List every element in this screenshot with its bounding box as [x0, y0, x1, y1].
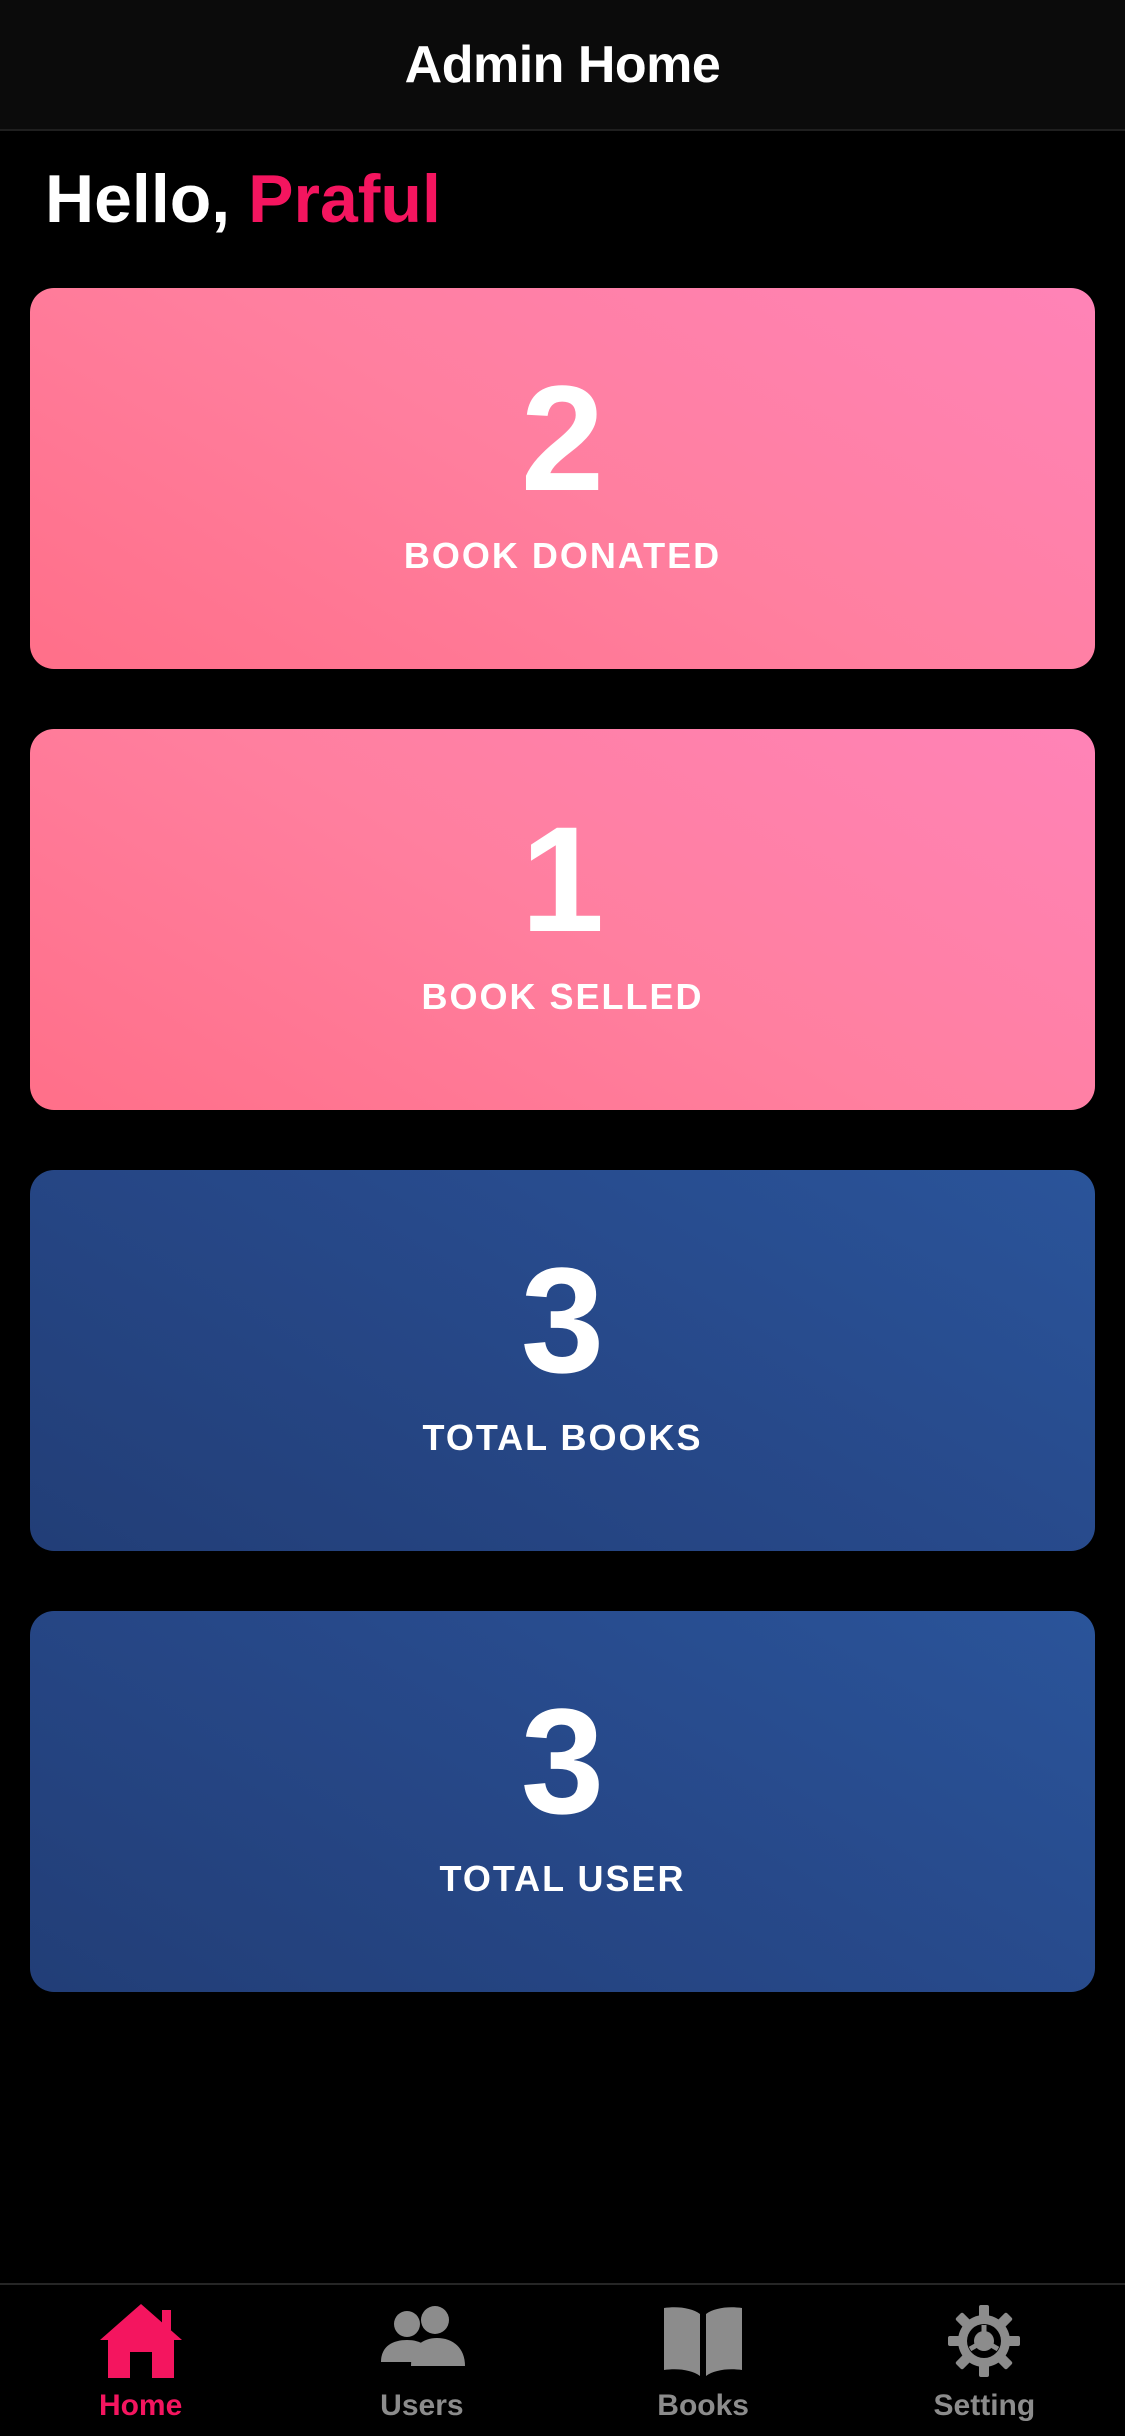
app-header: Admin Home [0, 0, 1125, 131]
total-user-card[interactable]: 3 TOTAL USER [30, 1611, 1095, 1992]
tab-users[interactable]: Users [281, 2285, 562, 2436]
total-books-label: TOTAL BOOKS [422, 1416, 703, 1458]
total-user-label: TOTAL USER [439, 1857, 686, 1899]
tab-books-label: Books [657, 2389, 749, 2422]
book-selled-count: 1 [520, 794, 605, 963]
bottom-tab-bar: Home Users Books Setting [0, 2283, 1125, 2436]
greeting-user-name: Praful [248, 161, 441, 237]
gear-icon [939, 2301, 1029, 2381]
tab-home[interactable]: Home [0, 2285, 281, 2436]
tab-setting-label: Setting [933, 2389, 1036, 2422]
book-donated-label: BOOK DONATED [403, 534, 722, 576]
tab-setting[interactable]: Setting [844, 2285, 1125, 2436]
book-selled-card[interactable]: 1 BOOK SELLED [30, 729, 1095, 1110]
book-donated-card[interactable]: 2 BOOK DONATED [30, 288, 1095, 669]
app-screen: Admin Home Hello, Praful 2 BOOK DONATED … [0, 0, 1125, 2436]
users-icon [377, 2301, 467, 2381]
book-icon [658, 2301, 748, 2381]
total-books-card[interactable]: 3 TOTAL BOOKS [30, 1170, 1095, 1551]
tab-users-label: Users [380, 2389, 464, 2422]
tab-home-label: Home [98, 2389, 183, 2422]
total-books-count: 3 [520, 1235, 605, 1404]
greeting-hello: Hello, [45, 161, 231, 237]
greeting: Hello, Praful [45, 160, 441, 238]
tab-books[interactable]: Books [563, 2285, 844, 2436]
home-icon [96, 2301, 186, 2381]
total-user-count: 3 [520, 1676, 605, 1845]
page-title: Admin Home [404, 35, 721, 94]
book-selled-label: BOOK SELLED [421, 975, 704, 1017]
book-donated-count: 2 [520, 353, 605, 522]
